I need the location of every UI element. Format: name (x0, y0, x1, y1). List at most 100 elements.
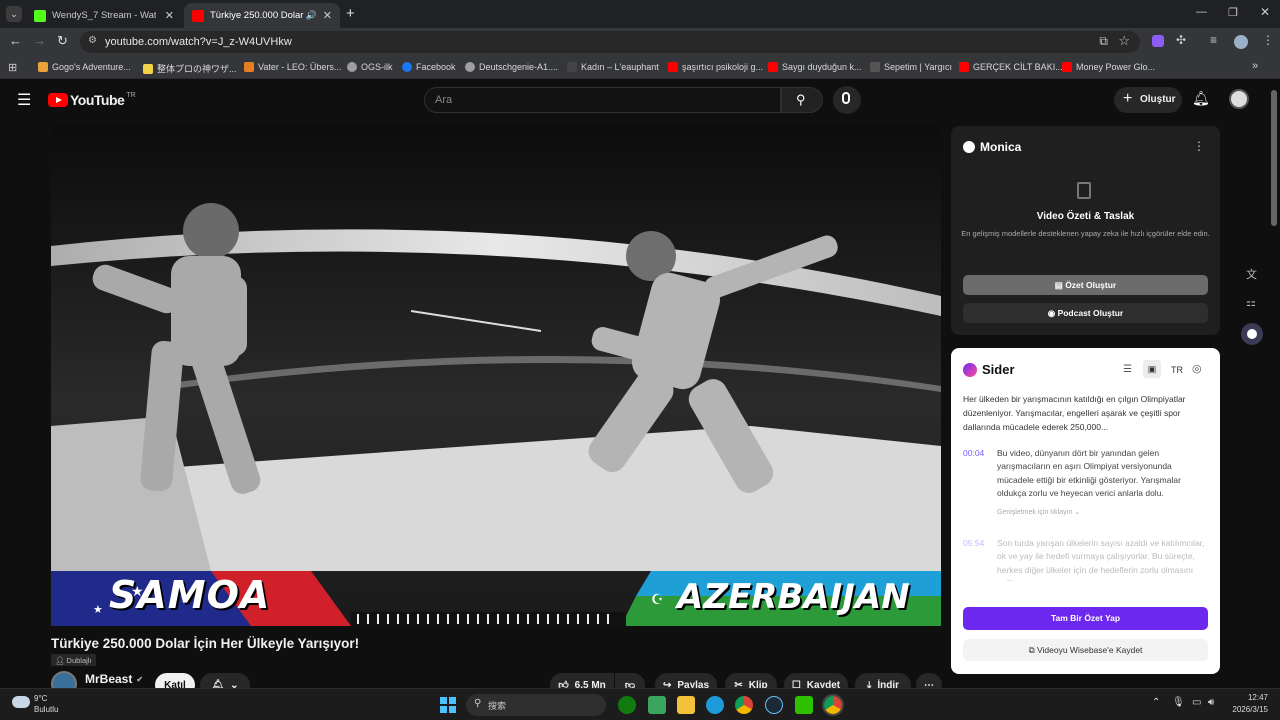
install-app-icon[interactable]: ⧉ (1099, 34, 1108, 49)
clock-time[interactable]: 12:47 (1240, 693, 1268, 702)
account-avatar[interactable] (1229, 89, 1249, 109)
bookmark-label: GERÇEK CİLT BAKI... (973, 62, 1063, 72)
menu-dots-icon[interactable]: ⋮ (1262, 33, 1274, 47)
monica-subtext: En gelişmiş modellerle desteklenen yapay… (961, 229, 1210, 238)
edge-icon[interactable] (706, 696, 724, 714)
sider-settings-icon[interactable]: ◎ (1192, 362, 1202, 375)
bookmark-favicon-icon (244, 62, 254, 72)
bookmark-item[interactable]: GERÇEK CİLT BAKI... (959, 62, 1063, 72)
tab-wendys-stream[interactable]: WendyS_7 Stream - Watch Li ✕ (26, 3, 182, 28)
minimize-button[interactable]: — (1196, 6, 1207, 18)
youtube-logo[interactable]: YouTube TR (48, 92, 136, 108)
search-input[interactable]: Ara (424, 87, 781, 113)
clock-date[interactable]: 2026/3/15 (1226, 705, 1268, 714)
voice-search-button[interactable] (833, 86, 861, 114)
close-icon[interactable]: ✕ (323, 9, 332, 22)
bookmark-item[interactable]: Saygı duyduğun k... (768, 62, 862, 72)
document-icon (1077, 182, 1091, 199)
expand-link[interactable]: Genişletmek için tıklayın ⌄ (997, 508, 1080, 516)
bookmark-item[interactable]: Gogo's Adventure... (38, 62, 131, 72)
bookmark-item[interactable]: OGS-ilk (347, 62, 393, 72)
tray-chevron-icon[interactable]: ⌃ (1152, 697, 1160, 708)
window-close-button[interactable]: ✕ (1260, 5, 1270, 19)
bookmark-favicon-icon (465, 62, 475, 72)
bookmarks-overflow-icon[interactable]: » (1252, 60, 1258, 72)
dubbed-label: Dublajlı (66, 655, 92, 665)
full-summary-button[interactable]: Tam Bir Özet Yap (963, 607, 1208, 630)
tray-volume-icon[interactable]: 🔊︎ (1208, 697, 1214, 708)
windows-start-icon[interactable] (440, 697, 456, 713)
channel-name[interactable]: MrBeast ✔ (85, 672, 143, 686)
chrome-active-icon[interactable] (822, 694, 844, 716)
xbox-icon[interactable] (618, 696, 636, 714)
microphone-icon (842, 92, 850, 104)
close-icon[interactable]: ✕ (165, 9, 174, 22)
monica-menu-icon[interactable]: ⋮ (1193, 139, 1205, 153)
translate-icon[interactable]: 文 (1246, 266, 1257, 282)
bookmark-item[interactable]: şaşırtıcı psikoloji g... (668, 62, 763, 72)
person-icon: 👤︎ (55, 655, 65, 665)
reload-icon[interactable]: ↻ (57, 33, 68, 49)
bookmark-star-icon[interactable]: ☆ (1118, 33, 1130, 49)
bookmark-label: OGS-ilk (361, 62, 393, 72)
bookmark-item[interactable]: Money Power Glo... (1062, 62, 1155, 72)
summary-create-button[interactable]: ▤ Özet Oluştur (963, 275, 1208, 295)
file-explorer-icon[interactable] (677, 696, 695, 714)
tray-display-icon[interactable]: ▭ (1192, 697, 1201, 708)
site-info-icon[interactable]: ⚙ (88, 35, 97, 46)
tab-youtube-video[interactable]: Türkiye 250.000 Dolar İçin 🔊 ✕ (184, 3, 340, 28)
dubbed-badge: 👤︎ Dublajlı (51, 654, 96, 666)
game-bar-icon[interactable] (648, 696, 666, 714)
bookmark-item[interactable]: Deutschgenie-A1.... (465, 62, 558, 72)
new-tab-button[interactable]: + (346, 5, 355, 22)
forward-icon[interactable]: → (33, 33, 46, 48)
maximize-button[interactable]: ❐ (1228, 6, 1238, 19)
tab-search-button[interactable]: ⌄ (6, 6, 22, 22)
chrome-icon[interactable] (735, 696, 753, 714)
tray-mic-icon[interactable]: 🎙︎ (1172, 697, 1185, 708)
taskbar-search[interactable]: ⚲ 搜索 (466, 694, 606, 716)
hamburger-menu-icon[interactable]: ☰ (17, 90, 31, 110)
monica-toggle-icon[interactable] (1241, 323, 1263, 345)
scrollbar-thumb[interactable] (1271, 90, 1277, 226)
podcast-create-button[interactable]: ◉ Podcast Oluştur (963, 303, 1208, 323)
steam-icon[interactable] (765, 696, 783, 714)
apps-icon[interactable]: ⚏ (1246, 296, 1256, 309)
video-player[interactable]: ★ ★ ☪ SAMOA AZERBAIJAN (51, 126, 941, 626)
taskbar-search-label: 搜索 (488, 701, 507, 711)
bookmark-item[interactable]: Facebook (402, 62, 456, 72)
bookmark-label: Deutschgenie-A1.... (479, 62, 559, 72)
back-icon[interactable]: ← (9, 33, 22, 48)
bookmark-label: Money Power Glo... (1076, 62, 1156, 72)
bookmark-item[interactable]: Vater - LEO: Übers... (244, 62, 341, 72)
search-icon: ⚲ (796, 92, 806, 107)
save-wisebase-button[interactable]: ⧉ Videoyu Wisebase'e Kaydet (963, 639, 1208, 661)
extensions-puzzle-icon[interactable]: ✣ (1176, 33, 1186, 47)
windows-taskbar: 9°C Bulutlu ⚲ 搜索 ⌃ 🎙︎ ▭ 🔊︎ 12:47 2026/3/… (0, 688, 1280, 720)
reading-list-icon[interactable]: ≡ (1210, 33, 1217, 47)
browser-toolbar: ← → ↻ ⚙ youtube.com/watch?v=J_z-W4UVHkw … (0, 28, 1280, 56)
monica-panel: Monica ⋮ Video Özeti & Taslak En gelişmi… (951, 126, 1220, 335)
cloud-weather-icon[interactable] (12, 696, 30, 708)
language-selector[interactable]: TR (1171, 365, 1183, 375)
bookmark-item[interactable]: Kadın – L'eauphant (567, 62, 659, 72)
profile-avatar-icon[interactable] (1234, 35, 1248, 49)
address-bar[interactable]: ⚙ youtube.com/watch?v=J_z-W4UVHkw ⧉ ☆ (80, 31, 1140, 53)
bookmark-item[interactable]: 整体プロの神ワザ... (143, 62, 237, 75)
card-view-icon[interactable]: ▣ (1143, 360, 1161, 378)
list-view-icon[interactable]: ☰ (1123, 364, 1132, 375)
timestamp-link[interactable]: 00:04 (963, 448, 984, 458)
create-button[interactable]: + Oluştur (1114, 87, 1182, 113)
notifications-bell-icon[interactable]: 🔔︎ (1192, 90, 1210, 107)
page-scrollbar[interactable] (1268, 80, 1280, 688)
wechat-icon[interactable] (795, 696, 813, 714)
bookmark-favicon-icon (870, 62, 880, 72)
bookmark-item[interactable]: Sepetim | Yargıcı (870, 62, 952, 72)
browser-tab-strip: ⌄ WendyS_7 Stream - Watch Li ✕ Türkiye 2… (0, 0, 1280, 28)
apps-grid-icon[interactable]: ⊞ (8, 61, 17, 74)
audio-icon[interactable]: 🔊 (306, 10, 317, 21)
extension-gem-icon[interactable] (1152, 35, 1164, 47)
search-button[interactable]: ⚲ (781, 87, 823, 113)
timestamp-link[interactable]: 05:54 (963, 538, 984, 548)
bookmark-favicon-icon (143, 63, 153, 74)
